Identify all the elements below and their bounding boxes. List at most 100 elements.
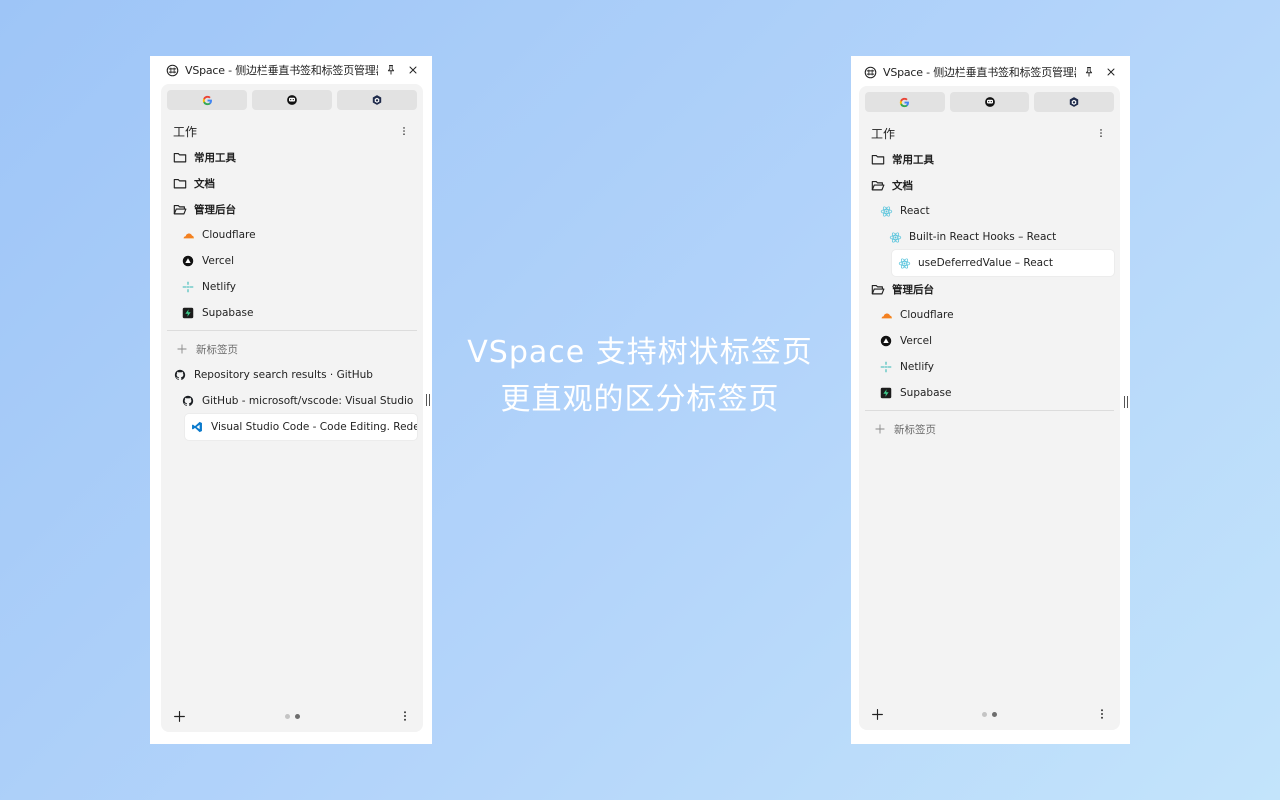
github-icon	[173, 368, 187, 382]
add-space-button[interactable]	[169, 706, 189, 726]
pinned-site-chat[interactable]	[252, 90, 332, 110]
space-menu-button[interactable]	[1094, 125, 1108, 141]
bookmark-label: Vercel	[202, 255, 235, 267]
folder-label: 文档	[892, 179, 913, 192]
pin-window-button[interactable]	[1080, 63, 1098, 81]
space-pager[interactable]	[284, 713, 300, 719]
more-vertical-icon	[399, 710, 411, 722]
cube-icon	[371, 94, 383, 106]
cloudflare-icon	[181, 228, 195, 242]
pin-icon	[1083, 66, 1095, 78]
vercel-icon	[879, 334, 893, 348]
pinned-site-cube[interactable]	[337, 90, 417, 110]
google-icon	[202, 95, 213, 106]
tab-item-active[interactable]: Visual Studio Code - Code Editing. Redef…	[185, 414, 417, 440]
headline-line2: 更直观的区分标签页	[500, 382, 780, 417]
bookmark-label: Netlify	[202, 281, 236, 293]
folder-common-tools[interactable]: 常用工具	[167, 144, 417, 170]
cloudflare-icon	[879, 308, 893, 322]
settings-menu-button[interactable]	[395, 706, 415, 726]
plus-icon	[175, 342, 189, 356]
chat-icon	[286, 94, 298, 106]
pin-window-button[interactable]	[382, 61, 400, 79]
space-header: 工作	[173, 122, 411, 140]
github-icon	[181, 394, 195, 408]
bookmark-tree: 常用工具 文档 React Built-in React Hooks – Rea…	[865, 146, 1114, 442]
close-icon	[1105, 66, 1117, 78]
folder-common-tools[interactable]: 常用工具	[865, 146, 1114, 172]
folder-admin[interactable]: 管理后台	[167, 196, 417, 222]
bookmark-cloudflare[interactable]: Cloudflare	[865, 302, 1114, 328]
react-icon	[888, 230, 902, 244]
close-window-button[interactable]	[1102, 63, 1120, 81]
bookmark-netlify[interactable]: Netlify	[865, 354, 1114, 380]
pager-dot-active[interactable]	[294, 713, 300, 719]
folder-docs[interactable]: 文档	[167, 170, 417, 196]
bookmark-react-hooks[interactable]: Built-in React Hooks – React	[865, 224, 1114, 250]
window-titlebar: VSpace - 侧边栏垂直书签和标签页管理器	[150, 56, 432, 84]
pinned-site-cube[interactable]	[1034, 92, 1115, 112]
pinned-site-chat[interactable]	[949, 92, 1030, 112]
space-menu-button[interactable]	[397, 123, 411, 139]
folder-docs[interactable]: 文档	[865, 172, 1114, 198]
space-pager[interactable]	[982, 711, 997, 717]
bookmark-cloudflare[interactable]: Cloudflare	[167, 222, 417, 248]
bookmark-label: Supabase	[202, 307, 254, 319]
bookmark-use-deferred-value[interactable]: useDeferredValue – React	[892, 250, 1114, 276]
new-tab-label: 新标签页	[196, 343, 238, 356]
bookmark-vercel[interactable]: Vercel	[167, 248, 417, 274]
tab-item[interactable]: GitHub - microsoft/vscode: Visual Studio…	[167, 388, 417, 414]
close-window-button[interactable]	[404, 61, 422, 79]
window-title: VSpace - 侧边栏垂直书签和标签页管理器	[185, 64, 378, 77]
plus-icon	[871, 708, 884, 721]
new-tab-button[interactable]: 新标签页	[167, 336, 417, 362]
google-icon	[899, 97, 910, 108]
pager-dot[interactable]	[982, 711, 987, 717]
folder-label: 管理后台	[194, 203, 236, 216]
tab-label: Repository search results · GitHub	[194, 369, 373, 381]
folder-open-icon	[871, 282, 885, 296]
resize-handle[interactable]	[426, 394, 430, 406]
netlify-icon	[879, 360, 893, 374]
folder-icon	[173, 176, 187, 190]
bookmark-netlify[interactable]: Netlify	[167, 274, 417, 300]
bookmark-label: useDeferredValue – React	[918, 257, 1053, 269]
folder-admin[interactable]: 管理后台	[865, 276, 1114, 302]
close-icon	[407, 64, 419, 76]
settings-menu-button[interactable]	[1092, 704, 1112, 724]
pager-dot-active[interactable]	[992, 711, 997, 717]
bookmark-tree: 常用工具 文档 管理后台 Cloudflare Vercel Netlify S…	[167, 144, 417, 440]
vspace-app-icon	[166, 64, 179, 77]
cube-icon	[1068, 96, 1080, 108]
bookmark-react[interactable]: React	[865, 198, 1114, 224]
window-titlebar: VSpace - 侧边栏垂直书签和标签页管理器	[851, 58, 1130, 86]
pinned-site-google[interactable]	[167, 90, 247, 110]
folder-label: 常用工具	[194, 151, 236, 164]
folder-label: 文档	[194, 177, 215, 190]
pinned-site-google[interactable]	[865, 92, 945, 112]
divider	[167, 330, 417, 331]
react-icon	[879, 204, 893, 218]
bookmark-label: Built-in React Hooks – React	[909, 231, 1057, 243]
pager-dot[interactable]	[284, 713, 290, 719]
folder-label: 常用工具	[892, 153, 934, 166]
tab-item[interactable]: Repository search results · GitHub	[167, 362, 417, 388]
bookmark-supabase[interactable]: Supabase	[167, 300, 417, 326]
pinned-sites-bar	[865, 92, 1115, 112]
bookmark-supabase[interactable]: Supabase	[865, 380, 1114, 406]
sidebar-content: 工作 常用工具 文档 管理后台 Cloudflare Vercel Netlif…	[161, 84, 423, 732]
add-space-button[interactable]	[867, 704, 887, 724]
tab-label: GitHub - microsoft/vscode: Visual Studio…	[202, 395, 417, 407]
more-vertical-icon	[1096, 708, 1108, 720]
sidebar-window-right: VSpace - 侧边栏垂直书签和标签页管理器 工作 常用工具 文档 React…	[851, 56, 1130, 744]
folder-open-icon	[871, 178, 885, 192]
new-tab-label: 新标签页	[894, 423, 936, 436]
sidebar-footer	[169, 704, 415, 728]
resize-handle[interactable]	[1124, 396, 1128, 408]
more-vertical-icon	[399, 126, 409, 136]
folder-icon	[871, 152, 885, 166]
bookmark-vercel[interactable]: Vercel	[865, 328, 1114, 354]
new-tab-button[interactable]: 新标签页	[865, 416, 1114, 442]
chat-icon	[984, 96, 996, 108]
vscode-icon	[190, 420, 204, 434]
